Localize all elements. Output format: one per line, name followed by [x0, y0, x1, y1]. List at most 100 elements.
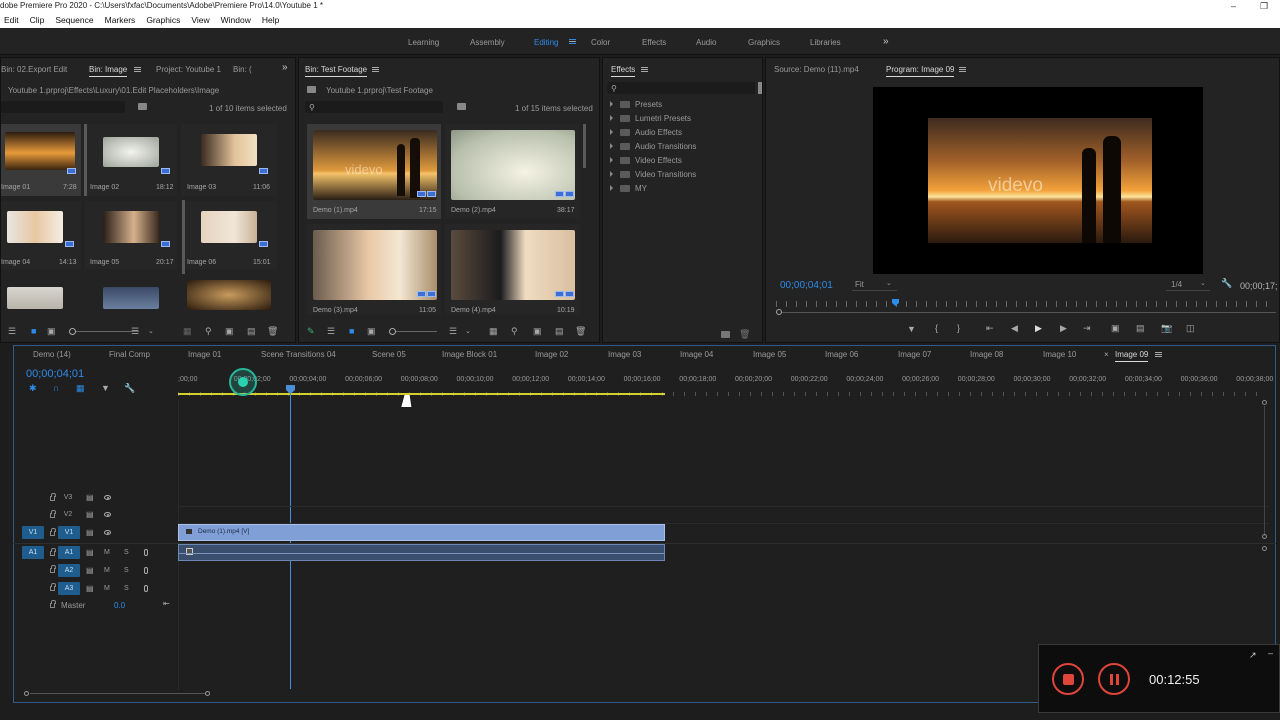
master-volume[interactable]: 0.0 — [114, 601, 125, 610]
camera-icon[interactable]: 📷 — [1161, 324, 1172, 333]
workspace-effects[interactable]: Effects — [642, 38, 666, 47]
workspace-editing[interactable]: Editing — [534, 38, 558, 47]
search-input[interactable] — [1, 101, 125, 113]
mute-button[interactable]: M — [104, 549, 110, 556]
tab-bin-image[interactable]: Bin: Image — [89, 65, 128, 77]
expand-arrow-icon[interactable] — [610, 157, 613, 163]
sync-lock-icon[interactable]: ▤ — [86, 493, 94, 502]
microphone-icon[interactable] — [144, 567, 148, 574]
extract-icon[interactable]: ▤ — [1136, 324, 1145, 333]
pause-record-button[interactable] — [1098, 663, 1130, 695]
tab-bin-export-edit[interactable]: Bin: 02.Export Edit — [1, 65, 67, 74]
pencil-icon[interactable]: ✎ — [307, 327, 315, 336]
list-view-icon[interactable]: ■ — [349, 327, 354, 336]
minimize-icon[interactable]: – — [1268, 649, 1273, 658]
step-back-icon[interactable]: ◀ — [1011, 324, 1018, 333]
expand-arrow-icon[interactable] — [610, 185, 613, 191]
effects-folder-audio-transitions[interactable]: Audio Transitions — [610, 142, 696, 151]
snap-icon[interactable]: ∩ — [53, 384, 59, 393]
track-target-a1[interactable]: A1 — [58, 546, 80, 559]
mark-out-icon[interactable]: } — [957, 324, 960, 333]
vertical-scrollbar[interactable] — [1264, 406, 1265, 536]
eye-icon[interactable] — [104, 512, 111, 517]
expand-icon[interactable]: ↗ — [1249, 651, 1257, 660]
lock-icon[interactable] — [50, 600, 56, 608]
menu-help[interactable]: Help — [262, 15, 279, 25]
play-icon[interactable]: ▶ — [1035, 324, 1042, 333]
tab-bin-other[interactable]: Bin: ( — [233, 65, 252, 74]
quality-select[interactable]: 1/4 ⌄ — [1166, 278, 1210, 291]
sync-lock-icon[interactable]: ▤ — [86, 584, 94, 593]
list-item[interactable]: Demo (4).mp4 10:19 — [445, 224, 579, 314]
track-label[interactable]: V2 — [62, 511, 74, 518]
eye-icon[interactable] — [104, 495, 111, 500]
expand-arrow-icon[interactable] — [610, 115, 613, 121]
workspace-menu-icon[interactable] — [569, 39, 576, 44]
vertical-zoom-handle[interactable] — [1262, 534, 1267, 539]
thumbnail[interactable] — [187, 280, 271, 310]
add-marker-icon[interactable]: ▼ — [101, 384, 110, 393]
tab-sequence-final-comp[interactable]: Final Comp — [109, 350, 150, 359]
solo-button[interactable]: S — [124, 549, 129, 556]
list-item[interactable]: Demo (2).mp4 38:17 — [445, 124, 579, 219]
list-item[interactable]: Image 04 14:13 — [1, 201, 81, 269]
thumbnail[interactable] — [7, 287, 63, 309]
automate-icon[interactable]: ▦ — [183, 327, 192, 336]
new-bin-icon[interactable]: ▣ — [225, 327, 234, 336]
tab-sequence-image09[interactable]: Image 09 — [1115, 350, 1149, 362]
search-input[interactable]: ⚲ — [305, 101, 443, 113]
zoom-handle-left[interactable] — [24, 691, 29, 696]
sync-lock-icon[interactable]: ▤ — [86, 566, 94, 575]
lock-icon[interactable] — [50, 583, 56, 591]
menu-edit[interactable]: Edit — [4, 15, 19, 25]
lock-icon[interactable] — [50, 493, 56, 501]
sync-lock-icon[interactable]: ▤ — [86, 548, 94, 557]
timeline-timecode[interactable]: 00;00;04;01 — [26, 368, 84, 380]
panel-menu-icon[interactable] — [959, 67, 966, 72]
track-label[interactable]: V3 — [62, 494, 74, 501]
panel-menu-icon[interactable] — [372, 67, 379, 72]
monitor-zoom-bar[interactable] — [782, 312, 1276, 313]
chevron-down-icon[interactable]: ⌄ — [148, 327, 154, 336]
list-item[interactable]: videvo Demo (1).mp4 17:15 — [307, 124, 441, 219]
tab-source-monitor[interactable]: Source: Demo (11).mp4 — [774, 65, 859, 74]
menu-sequence[interactable]: Sequence — [55, 15, 93, 25]
tab-sequence-image03[interactable]: Image 03 — [608, 350, 641, 359]
tab-sequence-demo14[interactable]: Demo (14) — [33, 350, 71, 359]
stop-record-button[interactable] — [1052, 663, 1084, 695]
icon-view-icon[interactable]: ▣ — [367, 327, 376, 336]
chevron-down-icon[interactable]: ⌄ — [465, 327, 471, 336]
expand-arrow-icon[interactable] — [610, 171, 613, 177]
wrench-icon[interactable]: 🔧 — [1221, 279, 1232, 288]
workspace-color[interactable]: Color — [591, 38, 610, 47]
tab-sequence-image07[interactable]: Image 07 — [898, 350, 931, 359]
monitor-ruler[interactable] — [776, 301, 1276, 307]
lock-icon[interactable] — [50, 510, 56, 518]
tab-sequence-image06[interactable]: Image 06 — [825, 350, 858, 359]
timeline-zoom-bar[interactable] — [30, 693, 206, 694]
audio-clip[interactable] — [178, 544, 665, 561]
tab-sequence-image01[interactable]: Image 01 — [188, 350, 221, 359]
scrollbar[interactable] — [182, 200, 185, 274]
tab-sequence-image05[interactable]: Image 05 — [753, 350, 786, 359]
lock-icon[interactable]: ☰ — [8, 327, 16, 336]
add-marker-icon[interactable]: ▼ — [907, 325, 916, 334]
workspace-assembly[interactable]: Assembly — [470, 38, 505, 47]
video-clip[interactable]: Demo (1).mp4 [V] — [178, 524, 665, 541]
linked-selection-icon[interactable]: ▦ — [76, 384, 85, 393]
menu-view[interactable]: View — [191, 15, 209, 25]
expand-arrow-icon[interactable] — [610, 129, 613, 135]
new-bin-icon[interactable]: ▣ — [533, 327, 542, 336]
panel-menu-icon[interactable] — [1155, 352, 1162, 357]
menu-clip[interactable]: Clip — [30, 15, 45, 25]
source-patch-v1[interactable]: V1 — [22, 526, 44, 539]
effects-folder-video-transitions[interactable]: Video Transitions — [610, 170, 696, 179]
new-item-icon[interactable]: ▤ — [247, 327, 256, 336]
effects-folder-lumetri[interactable]: Lumetri Presets — [610, 114, 691, 123]
solo-button[interactable]: S — [124, 585, 129, 592]
list-item[interactable]: Image 01 7:28 — [1, 124, 81, 196]
tab-program-monitor[interactable]: Program: Image 09 — [886, 65, 955, 77]
expand-arrow-icon[interactable] — [610, 101, 613, 107]
workspace-learning[interactable]: Learning — [408, 38, 439, 47]
workspace-graphics[interactable]: Graphics — [748, 38, 780, 47]
